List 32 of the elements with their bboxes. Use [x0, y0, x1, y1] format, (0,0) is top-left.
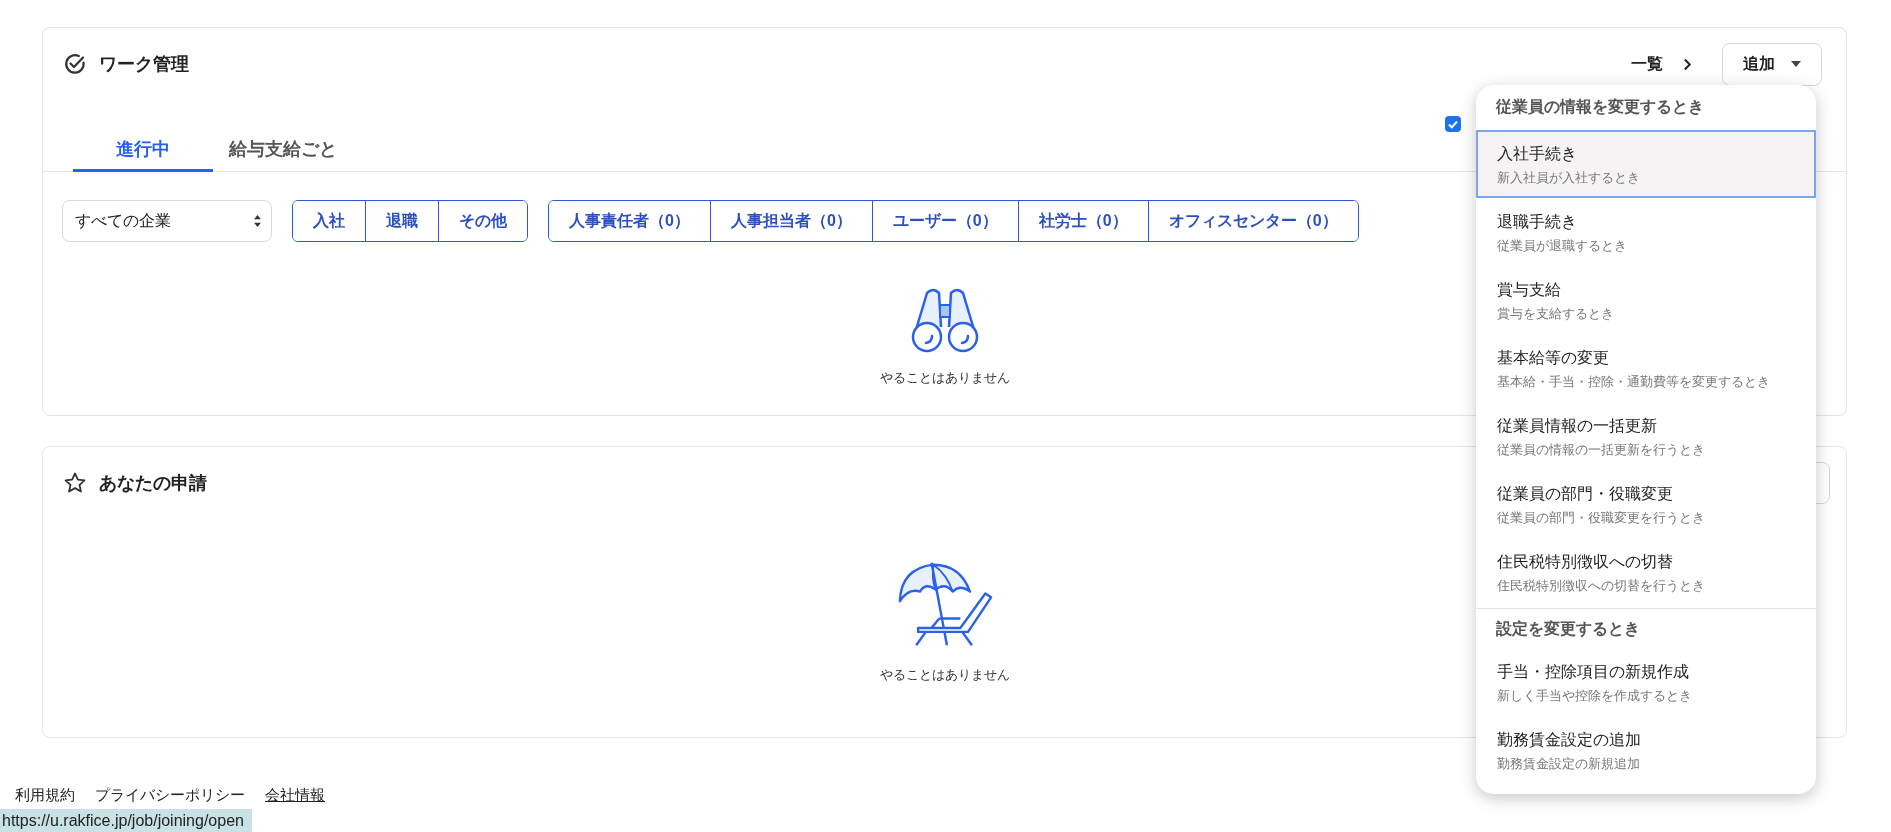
- caret-icon: [1791, 61, 1801, 67]
- filter-button[interactable]: オフィスセンター（0）: [1147, 201, 1358, 241]
- menu-item[interactable]: 手当・控除項目の新規作成 新しく手当や控除を作成するとき: [1476, 648, 1816, 716]
- chevron-right-icon: [1683, 57, 1692, 71]
- empty-message: やることはありません: [879, 369, 1010, 387]
- status-url: https://u.rakfice.jp/job/joining/open: [0, 809, 252, 832]
- add-button[interactable]: 追加: [1722, 42, 1822, 86]
- menu-item[interactable]: 従業員情報の一括更新 従業員の情報の一括更新を行うとき: [1476, 402, 1816, 470]
- panel-title: あなたの申請: [99, 472, 207, 495]
- menu-item[interactable]: 賞与支給 賞与を支給するとき: [1476, 266, 1816, 334]
- tab[interactable]: 進行中: [73, 137, 213, 172]
- menu-heading: 従業員の情報を変更するとき: [1495, 97, 1705, 117]
- check-circle-icon: [63, 52, 87, 76]
- filter-button[interactable]: その他: [438, 201, 527, 241]
- footer-link[interactable]: プライバシーポリシー: [95, 786, 245, 805]
- company-select[interactable]: すべての企業: [62, 200, 272, 242]
- menu-heading: 設定を変更するとき: [1495, 619, 1641, 639]
- menu-item[interactable]: 入社手続き 新入社員が入社するとき: [1476, 130, 1816, 198]
- menu-item[interactable]: 基本給等の変更 基本給・手当・控除・通勤費等を変更するとき: [1476, 334, 1816, 402]
- empty-message: やることはありません: [879, 666, 1010, 684]
- list-link[interactable]: 一覧: [1631, 53, 1663, 75]
- menu-item[interactable]: 退職手続き 従業員が退職するとき: [1476, 198, 1816, 266]
- menu-item[interactable]: 勤務賃金設定の追加 勤務賃金設定の新規追加: [1476, 716, 1816, 784]
- menu-item[interactable]: 従業員の部門・役職変更 従業員の部門・役職変更を行うとき: [1476, 470, 1816, 538]
- tab[interactable]: 給与支給ごと: [213, 137, 353, 172]
- sort-arrows-icon: [254, 215, 261, 227]
- panel-title: ワーク管理: [99, 53, 189, 76]
- footer-link[interactable]: 会社情報: [265, 786, 325, 805]
- footer-link[interactable]: 利用規約: [15, 786, 75, 805]
- star-icon: [63, 471, 87, 495]
- menu-item[interactable]: 住民税特別徴収への切替 住民税特別徴収への切替を行うとき: [1476, 538, 1816, 606]
- checkbox[interactable]: [1445, 115, 1461, 132]
